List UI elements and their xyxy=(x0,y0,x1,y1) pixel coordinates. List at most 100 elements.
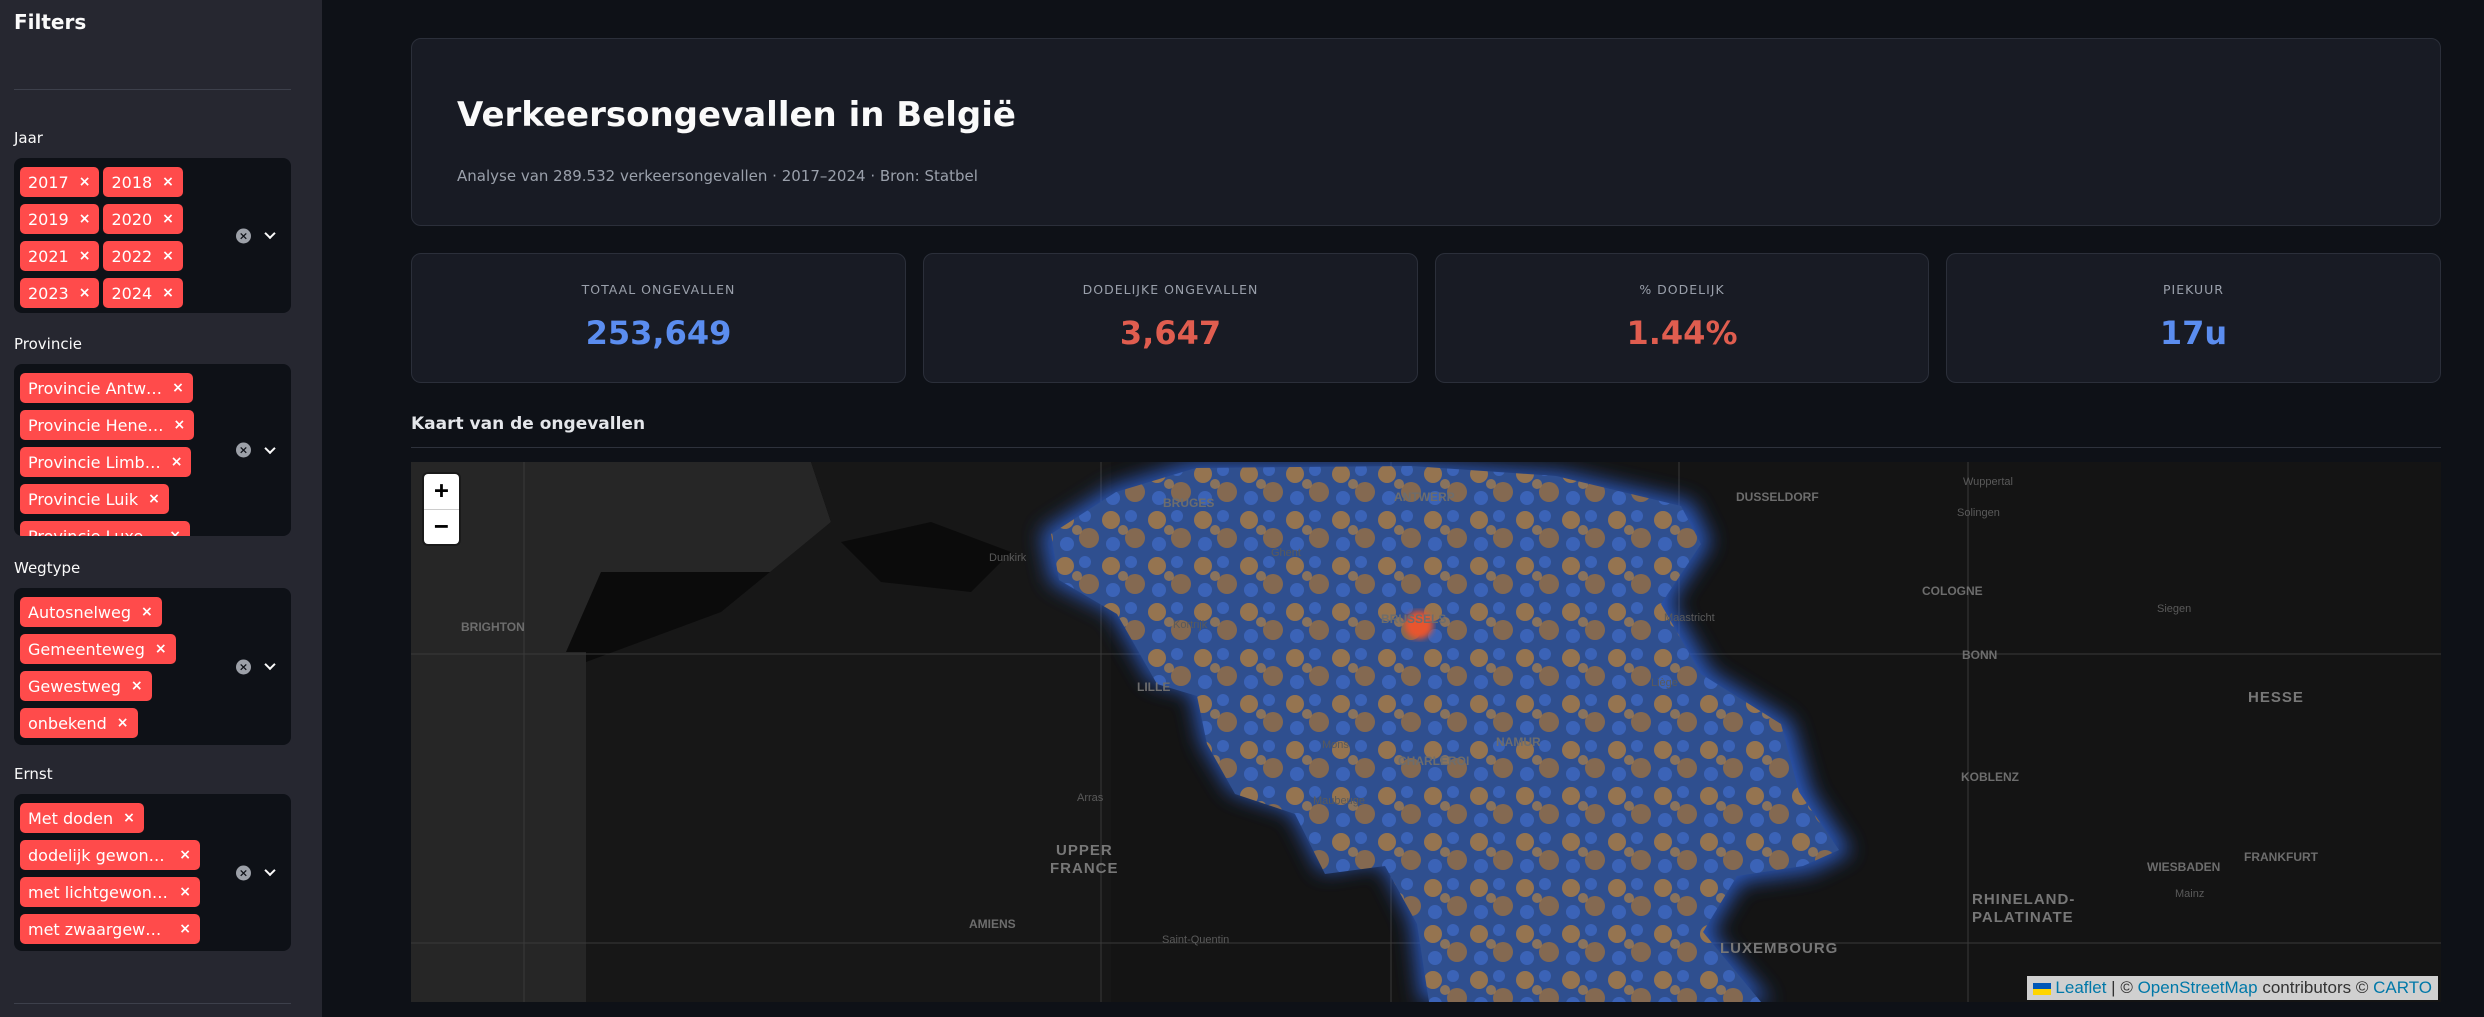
chevron-down-icon[interactable] xyxy=(263,443,277,457)
ernst-multiselect[interactable]: Met doden × dodelijk gewonden × met lichtgew… xyxy=(14,794,291,951)
filter-chip[interactable]: Provincie Limb… × xyxy=(20,447,192,477)
map-zoom-control: + − xyxy=(424,474,459,544)
provincie-multiselect[interactable]: Provincie Antw… × Provincie Hene… × Provinci… xyxy=(14,364,291,536)
filter-chip[interactable]: dodelijk gewonden × xyxy=(20,840,200,870)
remove-chip-icon[interactable]: × xyxy=(171,454,183,470)
map-label: AMIENS xyxy=(969,917,1016,931)
map-label: Mons xyxy=(1322,739,1349,751)
filter-chip[interactable]: Provincie Luxe… × xyxy=(20,521,190,536)
map-label: BONN xyxy=(1962,648,1998,662)
attribution-text: contributors © xyxy=(2257,978,2374,997)
filter-chip[interactable]: met zwaargewo… × xyxy=(20,914,200,944)
chevron-down-icon[interactable] xyxy=(263,229,277,243)
filter-chip[interactable]: onbekend × xyxy=(20,708,138,738)
wegtype-chips: Autosnelweg × Gemeenteweg × Gewestweg × onbeke… xyxy=(20,594,231,742)
kpi-card-percentage: % DODELIJK 1.44% xyxy=(1435,253,1929,383)
filter-chip[interactable]: Met doden × xyxy=(20,803,144,833)
kpi-value: 3,647 xyxy=(1119,314,1222,352)
accident-map[interactable]: BRIGHTON BRUGES Dunkirk Ghent ANTWERP BR… xyxy=(411,462,2441,1002)
filter-chip[interactable]: 2023 × xyxy=(20,278,100,308)
filter-chip[interactable]: met lichtgewond… × xyxy=(20,877,200,907)
kpi-value: 253,649 xyxy=(585,314,732,352)
leaflet-link[interactable]: Leaflet xyxy=(2055,978,2106,997)
chip-label: onbekend xyxy=(28,713,107,733)
remove-chip-icon[interactable]: × xyxy=(162,285,174,301)
remove-chip-icon[interactable]: × xyxy=(148,491,160,507)
remove-chip-icon[interactable]: × xyxy=(141,604,153,620)
filter-chip[interactable]: 2018 × xyxy=(103,167,183,197)
uk-landmass-south xyxy=(411,652,586,1002)
filter-chip[interactable]: Gewestweg × xyxy=(20,671,152,701)
chevron-down-icon[interactable] xyxy=(263,660,277,674)
filter-chip[interactable]: Gemeenteweg × xyxy=(20,634,176,664)
map-basemap xyxy=(411,462,2441,1002)
clear-icon[interactable]: × xyxy=(236,865,251,880)
remove-chip-icon[interactable]: × xyxy=(179,884,191,900)
filter-wegtype: Wegtype Autosnelweg × Gemeenteweg × Gewestwe… xyxy=(14,558,291,745)
filter-chip[interactable]: 2024 × xyxy=(103,278,183,308)
remove-chip-icon[interactable]: × xyxy=(179,921,191,937)
clear-icon[interactable]: × xyxy=(236,659,251,674)
remove-chip-icon[interactable]: × xyxy=(172,380,184,396)
remove-chip-icon[interactable]: × xyxy=(123,810,135,826)
remove-chip-icon[interactable]: × xyxy=(179,847,191,863)
kpi-label: % DODELIJK xyxy=(1639,282,1725,297)
carto-link[interactable]: CARTO xyxy=(2373,978,2432,997)
remove-chip-icon[interactable]: × xyxy=(79,174,91,190)
map-label: Arras xyxy=(1077,792,1104,804)
remove-chip-icon[interactable]: × xyxy=(131,678,143,694)
chip-label: Provincie Hene… xyxy=(28,415,164,435)
sidebar-title: Filters xyxy=(14,10,87,34)
filter-chip[interactable]: 2020 × xyxy=(103,204,183,234)
zoom-in-button[interactable]: + xyxy=(424,474,459,509)
chip-label: Provincie Luxe… xyxy=(28,526,160,537)
chevron-down-icon[interactable] xyxy=(263,866,277,880)
filter-chip[interactable]: 2017 × xyxy=(20,167,100,197)
map-label: BRUSSELS xyxy=(1381,612,1447,626)
jaar-chips: 2017 × 2018 × 2019 × 2020 × 2021 × 2022 × 2023 × 2024 × xyxy=(20,164,231,312)
filter-provincie: Provincie Provincie Antw… × Provincie Hene… xyxy=(14,334,291,536)
filter-chip[interactable]: 2022 × xyxy=(103,241,183,271)
remove-chip-icon[interactable]: × xyxy=(162,174,174,190)
map-label: Saint-Quentin xyxy=(1162,934,1230,946)
map-label: BRUGES xyxy=(1163,496,1215,510)
remove-chip-icon[interactable]: × xyxy=(169,528,181,536)
filter-ernst-label: Ernst xyxy=(14,765,53,783)
remove-chip-icon[interactable]: × xyxy=(162,248,174,264)
filter-chip[interactable]: 2019 × xyxy=(20,204,100,234)
remove-chip-icon[interactable]: × xyxy=(117,715,129,731)
kpi-card-piekuur: PIEKUUR 17u xyxy=(1946,253,2441,383)
openstreetmap-link[interactable]: OpenStreetMap xyxy=(2138,978,2258,997)
chip-label: Provincie Antw… xyxy=(28,378,163,398)
wegtype-multiselect[interactable]: Autosnelweg × Gemeenteweg × Gewestweg × onbeke… xyxy=(14,588,291,745)
map-label: LUXEMBOURG xyxy=(1720,940,1839,957)
map-label: Ghent xyxy=(1271,547,1301,559)
jaar-multiselect[interactable]: 2017 × 2018 × 2019 × 2020 × 2021 × 2022 × 2023 × 2024 ×… xyxy=(14,158,291,313)
remove-chip-icon[interactable]: × xyxy=(79,285,91,301)
map-label: Dunkirk xyxy=(989,552,1027,564)
map-label: CHARLEROI xyxy=(1398,754,1470,768)
chip-label: 2019 xyxy=(28,209,69,229)
remove-chip-icon[interactable]: × xyxy=(173,417,185,433)
clear-icon[interactable]: × xyxy=(236,442,251,458)
map-label: Maastricht xyxy=(1664,612,1715,624)
map-label: UPPER xyxy=(1056,842,1113,859)
map-label: Solingen xyxy=(1957,507,2000,519)
remove-chip-icon[interactable]: × xyxy=(162,211,174,227)
clear-icon[interactable]: × xyxy=(236,228,251,243)
filter-provincie-label: Provincie xyxy=(14,335,82,353)
chip-label: Provincie Limb… xyxy=(28,452,161,472)
filter-chip[interactable]: Autosnelweg × xyxy=(20,597,162,627)
map-label: COLOGNE xyxy=(1922,584,1983,598)
remove-chip-icon[interactable]: × xyxy=(79,248,91,264)
remove-chip-icon[interactable]: × xyxy=(79,211,91,227)
filter-chip[interactable]: Provincie Hene… × xyxy=(20,410,195,440)
remove-chip-icon[interactable]: × xyxy=(155,641,167,657)
map-label: Liège xyxy=(1651,677,1678,689)
chip-label: 2021 xyxy=(28,246,69,266)
sidebar: Filters Jaar 2017 × 2018 × 2019 × 2020 × 2021 × 20… xyxy=(0,0,322,1017)
filter-chip[interactable]: 2021 × xyxy=(20,241,100,271)
zoom-out-button[interactable]: − xyxy=(424,509,459,544)
filter-chip[interactable]: Provincie Antw… × xyxy=(20,373,193,403)
filter-chip[interactable]: Provincie Luik × xyxy=(20,484,169,514)
